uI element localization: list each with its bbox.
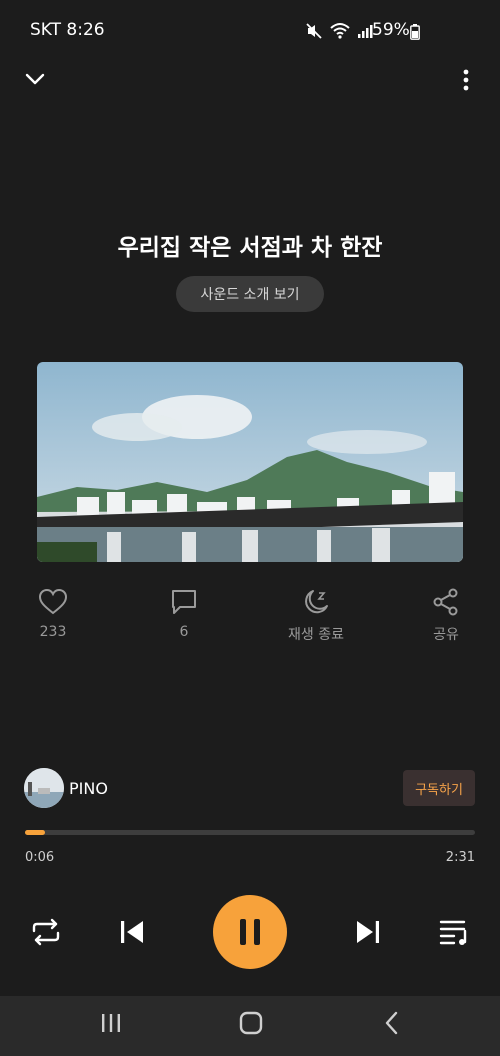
creator-name[interactable]: PINO (69, 779, 108, 798)
collapse-button[interactable] (22, 66, 48, 92)
avatar-image (24, 768, 64, 808)
comment-icon (172, 590, 196, 614)
recent-apps-icon[interactable] (100, 1012, 122, 1034)
comment-count: 6 (179, 624, 189, 640)
total-time: 2:31 (445, 850, 475, 865)
cover-image (37, 362, 463, 562)
wifi-icon (330, 23, 350, 39)
previous-button[interactable] (117, 917, 147, 947)
avatar[interactable] (24, 768, 64, 808)
more-vertical-icon (463, 69, 469, 91)
next-button[interactable] (353, 917, 383, 947)
next-icon (357, 921, 379, 943)
heart-icon (38, 588, 68, 615)
share-action[interactable]: 공유 (406, 588, 486, 644)
back-icon[interactable] (382, 1010, 402, 1036)
current-time: 0:06 (25, 850, 55, 865)
sleep-timer-icon (305, 590, 328, 614)
chevron-down-icon (25, 73, 45, 85)
like-count: 233 (39, 624, 67, 640)
pause-button[interactable] (213, 895, 287, 969)
track-title: 우리집 작은 서점과 차 한잔 (117, 235, 383, 261)
share-label: 공유 (433, 627, 459, 643)
battery-percent: 59% (372, 20, 410, 40)
previous-icon (121, 921, 143, 943)
sleep-timer-label: 재생 종료 (288, 627, 344, 643)
playlist-icon (439, 920, 467, 945)
battery-icon (410, 24, 420, 40)
home-icon[interactable] (238, 1010, 264, 1036)
sound-intro-button[interactable]: 사운드 소개 보기 (176, 276, 324, 312)
subscribe-button[interactable]: 구독하기 (403, 770, 475, 806)
status-bar: SKT 8:26 59% (0, 0, 500, 62)
signal-icon (358, 25, 373, 38)
repeat-icon (32, 918, 60, 946)
playlist-button[interactable] (438, 917, 470, 947)
pause-icon (240, 919, 260, 945)
system-nav-bar (0, 996, 500, 1056)
comment-action[interactable]: 6 (144, 588, 224, 640)
mute-icon (306, 23, 322, 39)
progress-fill (25, 830, 46, 835)
progress-bar[interactable] (25, 830, 475, 835)
carrier-time: SKT 8:26 (30, 20, 105, 40)
more-options-button[interactable] (455, 66, 477, 94)
repeat-button[interactable] (30, 917, 62, 947)
share-icon (433, 588, 458, 616)
sleep-timer-action[interactable]: 재생 종료 (276, 588, 356, 644)
like-action[interactable]: 233 (13, 588, 93, 640)
